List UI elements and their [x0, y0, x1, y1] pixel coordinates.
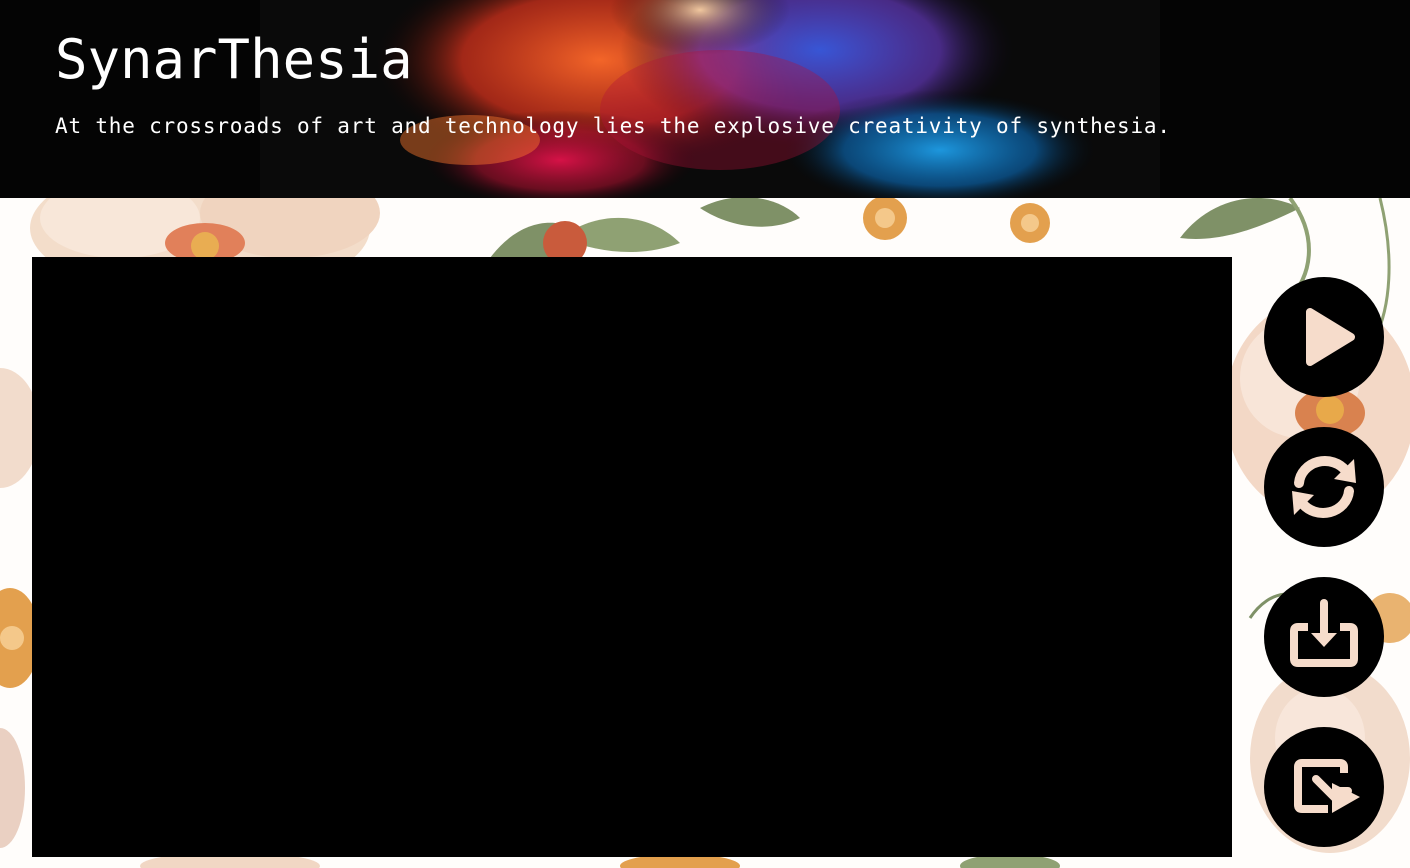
site-header: SynarThesia At the crossroads of art and… — [0, 0, 1410, 198]
site-title: SynarThesia — [55, 28, 413, 91]
site-tagline: At the crossroads of art and technology … — [55, 114, 1171, 138]
play-button[interactable] — [1264, 277, 1384, 397]
share-icon — [1294, 759, 1360, 813]
download-icon — [1290, 599, 1358, 667]
art-canvas[interactable] — [32, 257, 1232, 857]
play-icon — [1306, 308, 1355, 366]
refresh-button[interactable] — [1264, 427, 1384, 547]
download-button[interactable] — [1264, 577, 1384, 697]
refresh-icon — [1292, 456, 1356, 518]
share-button[interactable] — [1264, 727, 1384, 847]
